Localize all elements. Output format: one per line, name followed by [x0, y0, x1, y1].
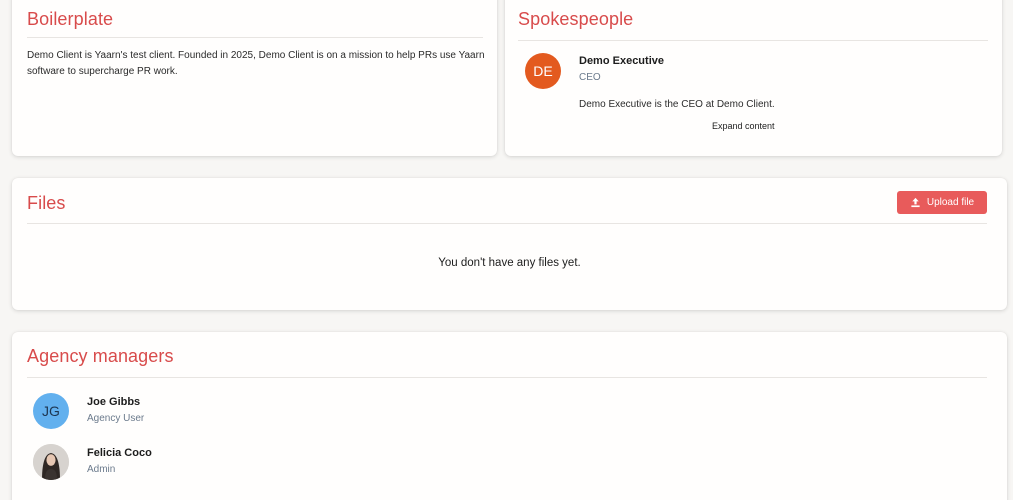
spokesperson-bio: Demo Executive is the CEO at Demo Client…	[579, 99, 775, 110]
expand-content-link[interactable]: Expand content	[712, 121, 775, 131]
boilerplate-title: Boilerplate	[27, 9, 114, 29]
manager-name[interactable]: Joe Gibbs	[87, 396, 140, 408]
agency-managers-card: Agency managers JG Joe Gibbs Agency User…	[12, 332, 1007, 500]
spokesperson-role: CEO	[579, 72, 601, 83]
files-divider	[27, 223, 987, 224]
spokespeople-title: Spokespeople	[518, 9, 634, 29]
files-title: Files	[27, 193, 66, 213]
upload-file-button[interactable]: Upload file	[897, 191, 987, 214]
files-card: Files Upload file You don't have any fil…	[12, 178, 1007, 310]
spokesperson-avatar[interactable]: DE	[525, 53, 561, 89]
person-photo-icon	[33, 444, 69, 480]
boilerplate-divider	[27, 37, 483, 38]
manager-role: Admin	[87, 464, 116, 475]
manager-avatar-felicia[interactable]	[33, 444, 69, 480]
agency-managers-title: Agency managers	[27, 346, 174, 366]
manager-avatar-joe[interactable]: JG	[33, 393, 69, 429]
files-empty-message: You don't have any files yet.	[438, 257, 581, 269]
spokesperson-name[interactable]: Demo Executive	[579, 55, 664, 67]
spokespeople-divider	[518, 40, 988, 41]
boilerplate-card: Boilerplate Demo Client is Yaarn's test …	[12, 0, 497, 156]
boilerplate-text: Demo Client is Yaarn's test client. Foun…	[27, 50, 485, 77]
manager-role: Agency User	[87, 413, 145, 424]
spokespeople-card: Spokespeople DE Demo Executive CEO Demo …	[505, 0, 1002, 156]
upload-file-label: Upload file	[926, 197, 975, 208]
manager-name[interactable]: Felicia Coco	[87, 447, 152, 459]
upload-icon	[910, 197, 921, 208]
spokesperson-initials: DE	[533, 63, 553, 79]
agency-managers-divider	[27, 377, 987, 378]
manager-initials: JG	[42, 403, 60, 419]
